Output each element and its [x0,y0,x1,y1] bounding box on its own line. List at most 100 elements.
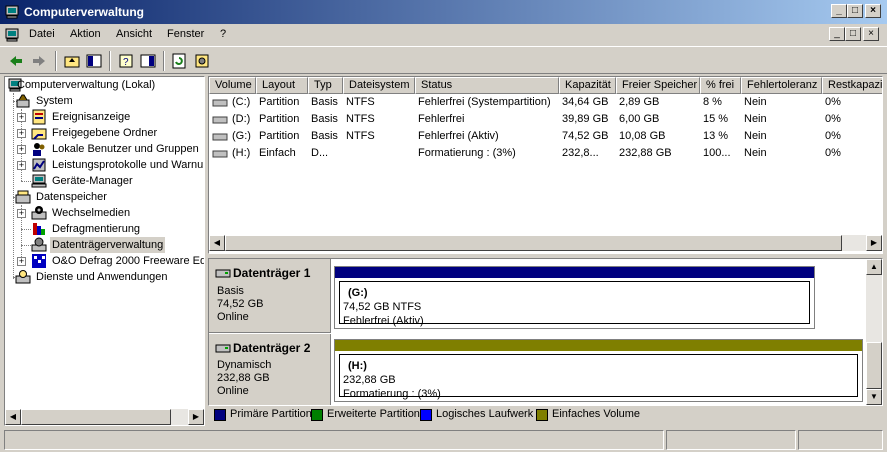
legend-swatch [311,409,323,421]
menu-aktion[interactable]: Aktion [70,28,101,40]
maximize-button[interactable]: □ [847,4,863,18]
child-close-button[interactable]: × [863,27,879,41]
close-button[interactable]: × [865,4,881,18]
partition-body: (G:) 74,52 GB NTFS Fehlerfrei (Aktiv) [339,281,810,327]
back-arrow-icon [10,56,22,66]
column-header-volume[interactable]: Volume [209,77,256,94]
table-cell: Partition [259,113,300,125]
disk-vertical-scrollbar[interactable]: ▲ ▼ [866,259,882,405]
table-cell: 0% [825,147,841,159]
column-header-fehlertoleranz[interactable]: Fehlertoleranz [741,77,822,94]
table-cell: 232,88 GB [619,147,672,159]
scroll-down-button[interactable]: ▼ [866,389,882,405]
table-cell: NTFS [346,96,375,108]
menu-ansicht[interactable]: Ansicht [116,28,152,40]
table-cell: 15 % [703,113,729,125]
up-folder-icon [64,56,80,68]
partition-body: (H:) 232,88 GB Formatierung : (3%) [339,354,858,400]
column-header-typ[interactable]: Typ [308,77,343,94]
column-header-prozent-frei[interactable]: % frei [700,77,741,94]
disk-size: 74,52 GB [217,298,264,310]
defrag-icon [33,223,45,235]
scroll-right-button[interactable]: ▶ [866,235,882,251]
tree-item-label: System [36,95,73,107]
child-restore-button[interactable]: □ [845,27,861,41]
table-cell: (C:) [232,96,251,108]
expand-toggle[interactable]: + [17,145,26,154]
legend-swatch [536,409,548,421]
oo-defrag-icon [32,254,46,268]
tools-icon [16,94,30,108]
minimize-button[interactable]: _ [831,4,847,18]
legend-label: Primäre Partition [230,408,312,420]
drive-icon [212,133,228,141]
settings-button[interactable] [192,51,212,71]
partition-info: 74,52 GB NTFS [343,301,422,313]
menu-fenster[interactable]: Fenster [167,28,204,40]
navigation-tree[interactable]: Computerverwaltung (Lokal) System + Erei… [4,76,205,426]
scroll-up-button[interactable]: ▲ [866,259,882,275]
table-cell: Basis [311,130,338,142]
properties-icon [140,54,156,68]
disk-label-2[interactable]: Datenträger 2 Dynamisch 232,88 GB Online [209,334,331,405]
expand-toggle[interactable]: + [17,257,26,266]
table-cell: 100... [703,147,731,159]
tree-horizontal-scrollbar[interactable]: ◀ ▶ [5,409,204,425]
table-cell: 13 % [703,130,729,142]
table-cell: Fehlerfrei [418,113,465,125]
disk-title: Datenträger 2 [215,341,310,355]
expand-toggle[interactable]: + [17,209,26,218]
table-cell: 8 % [703,96,722,108]
drive-icon [212,116,228,124]
table-cell: 74,52 GB [562,130,609,142]
table-cell: Einfach [259,147,296,159]
disk-size: 232,88 GB [217,372,270,384]
show-tree-button[interactable] [84,51,104,71]
disk-name: Datenträger 2 [233,341,311,355]
menu-datei[interactable]: Datei [29,28,55,40]
expand-toggle[interactable]: + [17,113,26,122]
expand-toggle[interactable]: + [17,129,26,138]
menu-bar: Datei Aktion Ansicht Fenster ? _ □ × [0,24,887,46]
disk-graphical-view[interactable]: Datenträger 1 Basis 74,52 GB Online (G:)… [208,258,883,406]
refresh-button[interactable] [169,51,189,71]
scroll-left-button[interactable]: ◀ [209,235,225,251]
table-cell: 0% [825,96,841,108]
back-button[interactable] [6,51,26,71]
disk-state: Online [217,311,249,323]
scroll-right-button[interactable]: ▶ [188,409,204,425]
toolbar-separator [55,51,57,71]
toolbar-separator [163,51,165,71]
menu-help[interactable]: ? [220,28,226,40]
scroll-thumb[interactable] [866,342,882,389]
column-header-layout[interactable]: Layout [256,77,308,94]
table-cell: Partition [259,96,300,108]
disk-management-icon [31,237,47,252]
child-minimize-button[interactable]: _ [829,27,845,41]
column-header-status[interactable]: Status [415,77,559,94]
table-cell: 34,64 GB [562,96,609,108]
forward-button[interactable] [29,51,49,71]
disk-label-1[interactable]: Datenträger 1 Basis 74,52 GB Online [209,259,331,333]
table-cell: 2,89 GB [619,96,660,108]
volume-horizontal-scrollbar[interactable]: ◀ ▶ [209,235,882,251]
table-cell: 10,08 GB [619,130,666,142]
properties-button[interactable] [138,51,158,71]
scroll-thumb[interactable] [225,235,842,251]
column-header-restkapazitaet[interactable]: Restkapazität [822,77,882,94]
column-header-freier-speicher[interactable]: Freier Speicher [616,77,700,94]
expand-toggle[interactable]: + [17,161,26,170]
volume-list[interactable]: Volume Layout Typ Dateisystem Status Kap… [208,76,883,254]
help-button[interactable]: ? [116,51,136,71]
table-cell: 39,89 GB [562,113,609,125]
legend-swatch [214,409,226,421]
scroll-left-button[interactable]: ◀ [5,409,21,425]
partition-g[interactable]: (G:) 74,52 GB NTFS Fehlerfrei (Aktiv) [334,266,815,329]
scroll-thumb[interactable] [21,409,171,425]
up-button[interactable] [62,51,82,71]
column-header-kapazitaet[interactable]: Kapazität [559,77,616,94]
column-header-dateisystem[interactable]: Dateisystem [343,77,415,94]
table-cell: Nein [744,113,767,125]
computer-icon[interactable] [4,27,20,43]
partition-h[interactable]: (H:) 232,88 GB Formatierung : (3%) [334,339,863,402]
